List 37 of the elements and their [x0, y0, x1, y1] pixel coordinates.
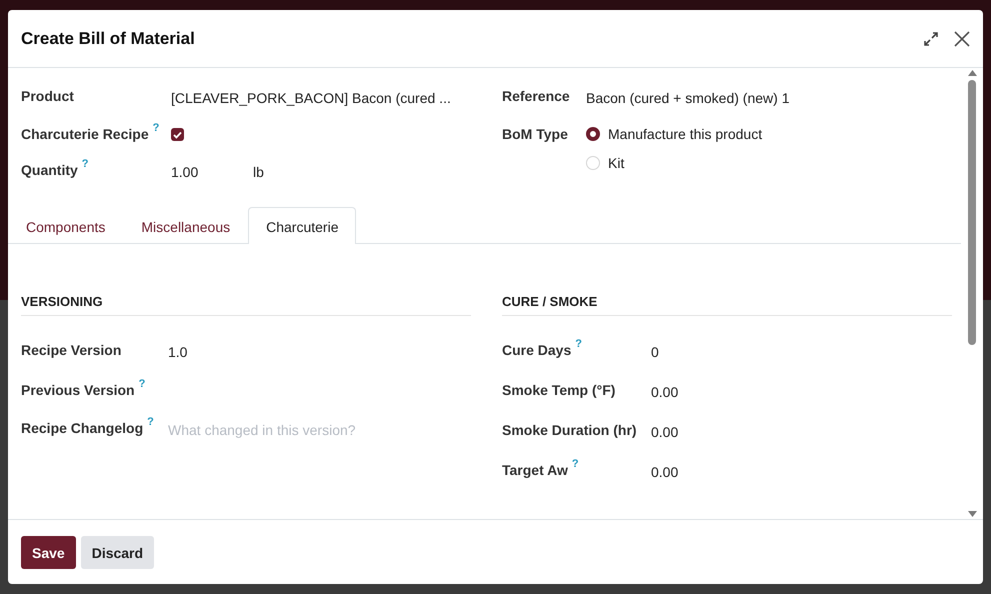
- scroll-up-icon[interactable]: [968, 70, 976, 76]
- field-value[interactable]: 0: [651, 344, 952, 360]
- field-label: Target Aw: [502, 462, 568, 478]
- field-label: Recipe Changelog: [21, 420, 144, 436]
- section-heading: VERSIONING: [21, 294, 471, 316]
- tab[interactable]: Components: [8, 207, 124, 244]
- field-value[interactable]: 0.00: [651, 464, 952, 480]
- field-label: Smoke Temp (°F): [502, 382, 616, 398]
- field-label: Product: [21, 88, 74, 104]
- field-label: Recipe Version: [21, 342, 122, 358]
- tab[interactable]: Charcuterie: [248, 207, 356, 244]
- field-value[interactable]: [CLEAVER_PORK_BACON] Bacon (cured ...: [171, 90, 502, 106]
- field-label: Smoke Duration (hr): [502, 422, 637, 438]
- field-label: Charcuterie Recipe: [21, 126, 149, 142]
- field-value[interactable]: 1.0: [168, 344, 502, 360]
- unit-field[interactable]: lb: [253, 164, 264, 180]
- tab[interactable]: Miscellaneous: [123, 207, 248, 244]
- field-label: Cure Days: [502, 342, 572, 358]
- radio-option[interactable]: Kit: [586, 155, 948, 171]
- checkbox[interactable]: [171, 128, 184, 141]
- field-label: Previous Version: [21, 382, 135, 398]
- field-label: Quantity: [21, 162, 78, 178]
- quantity-field[interactable]: 1.00: [171, 164, 253, 180]
- field-value[interactable]: Bacon (cured + smoked) (new) 1: [586, 90, 948, 106]
- field-label: Reference: [502, 88, 570, 104]
- radio-option[interactable]: Manufacture this product: [586, 126, 948, 142]
- section-heading: CURE / SMOKE: [502, 294, 952, 316]
- save-button[interactable]: Save: [21, 536, 76, 568]
- scrollbar-thumb[interactable]: [968, 80, 976, 345]
- field-value[interactable]: 0.00: [651, 384, 952, 400]
- close-icon[interactable]: [954, 30, 970, 46]
- expand-icon[interactable]: [924, 32, 938, 46]
- field-label: BoM Type: [502, 126, 568, 142]
- dialog-title: Create Bill of Material: [21, 28, 196, 48]
- discard-button[interactable]: Discard: [80, 536, 154, 568]
- field-value[interactable]: 0.00: [651, 424, 952, 440]
- scroll-down-icon[interactable]: [968, 511, 976, 517]
